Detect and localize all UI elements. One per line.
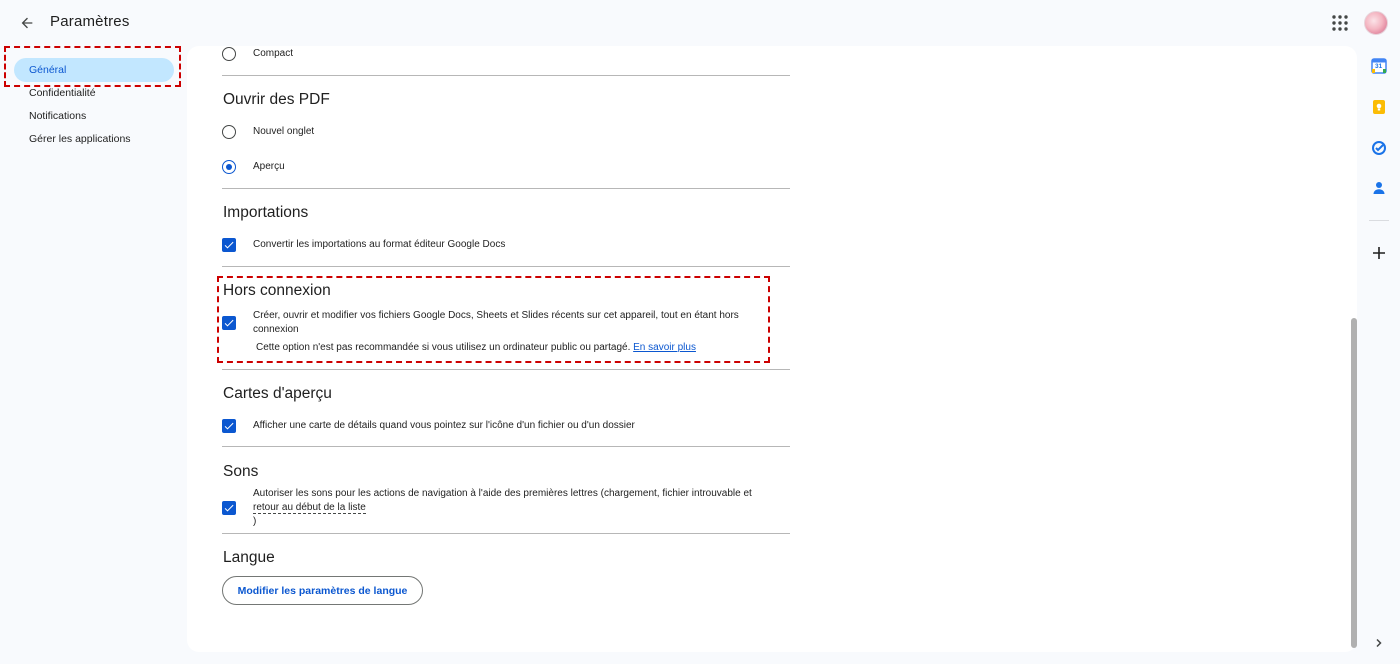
nouvel-onglet-label: Nouvel onglet (253, 126, 315, 137)
radio-nouvel-onglet[interactable] (222, 125, 236, 139)
divider (222, 533, 790, 534)
convert-imports-label: Convertir les importations au format édi… (253, 239, 506, 250)
apps-grid-icon[interactable] (1330, 13, 1350, 33)
side-panel-divider (1369, 220, 1389, 221)
divider (222, 188, 790, 189)
preview-cards-label: Afficher une carte de détails quand vous… (253, 420, 635, 431)
sounds-label: Autoriser les sons pour les actions de n… (253, 487, 783, 529)
divider (222, 446, 790, 447)
avatar[interactable] (1364, 11, 1388, 35)
arrow-back-icon[interactable] (14, 10, 40, 36)
section-title-pdf: Ouvrir des PDF (223, 91, 330, 108)
calendar-icon[interactable]: 31 (1370, 57, 1388, 75)
highlight-frame-general (4, 46, 181, 87)
section-title-preview-cards: Cartes d'aperçu (223, 385, 332, 402)
check-icon (224, 504, 234, 512)
highlight-frame-offline (217, 276, 770, 363)
check-icon (224, 422, 234, 430)
page-title: Paramètres (50, 13, 130, 30)
checkbox-preview-cards[interactable] (222, 419, 236, 433)
check-icon (224, 241, 234, 249)
language-settings-button[interactable]: Modifier les paramètres de langue (222, 576, 423, 605)
sidebar-item-gerer-applications[interactable]: Gérer les applications (14, 127, 174, 151)
checkbox-convert-imports[interactable] (222, 238, 236, 252)
top-bar: Paramètres (0, 0, 1400, 46)
divider (222, 75, 790, 76)
radio-compact[interactable] (222, 47, 236, 61)
compact-label: Compact (253, 48, 294, 59)
divider (222, 369, 790, 370)
expand-chevron-icon[interactable] (1370, 634, 1388, 652)
section-title-sounds: Sons (223, 463, 259, 480)
sidebar-item-notifications[interactable]: Notifications (14, 104, 174, 128)
keep-icon[interactable] (1370, 98, 1388, 116)
sounds-label-close: ) (253, 516, 257, 527)
calendar-day-text: 31 (1375, 63, 1383, 70)
radio-apercu[interactable] (222, 160, 236, 174)
section-title-language: Langue (223, 549, 275, 566)
apercu-label: Aperçu (253, 161, 285, 172)
add-icon[interactable] (1370, 244, 1388, 262)
divider (222, 266, 790, 267)
checkbox-sounds[interactable] (222, 501, 236, 515)
contacts-icon[interactable] (1370, 179, 1388, 197)
scrollbar-thumb[interactable] (1351, 318, 1357, 648)
sounds-label-line1: Autoriser les sons pour les actions de n… (253, 488, 752, 499)
sounds-link[interactable]: retour au début de la liste (253, 502, 366, 514)
section-title-importations: Importations (223, 204, 309, 221)
tasks-icon[interactable] (1370, 139, 1388, 157)
